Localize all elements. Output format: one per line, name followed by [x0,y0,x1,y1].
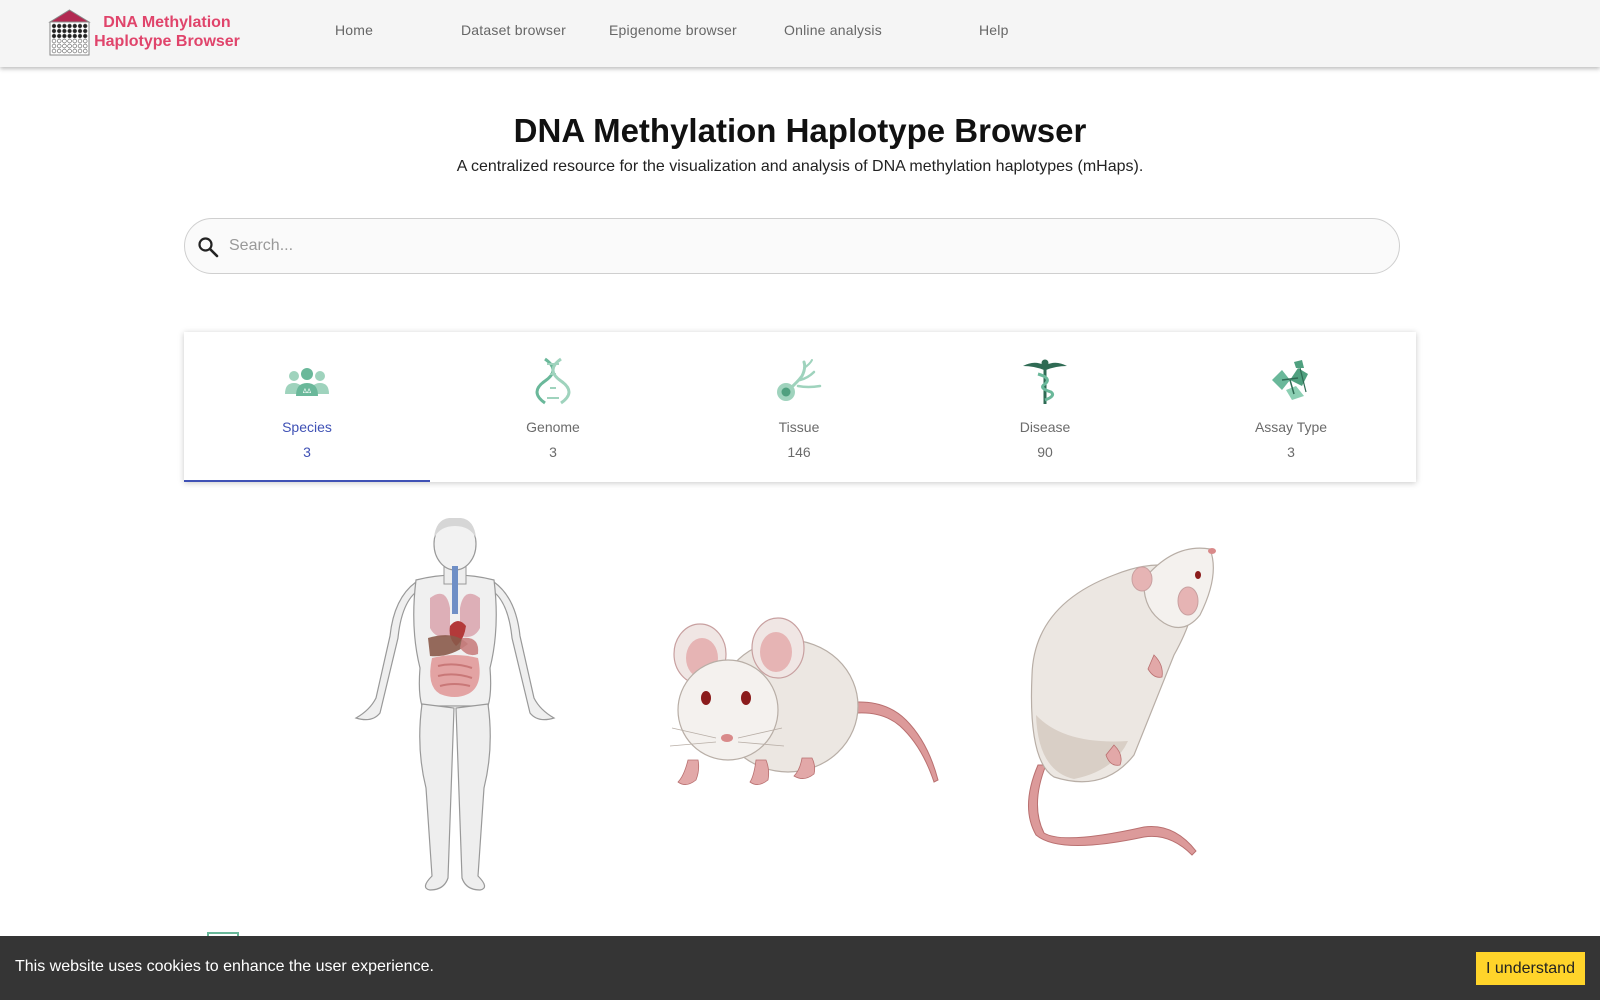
brand-title: DNA Methylation Haplotype Browser [93,13,241,51]
human-species-illustration[interactable] [350,518,560,900]
search-icon[interactable] [196,235,220,259]
rat-species-illustration[interactable] [1024,545,1224,865]
caduceus-icon [1023,359,1067,404]
tab-genome-count: 3 [549,444,557,460]
svg-text:ΔΔ: ΔΔ [303,388,312,395]
accept-cookies-button[interactable]: I understand [1476,952,1585,985]
tab-assay-type-label: Assay Type [1254,419,1328,435]
methylation-logo-icon [48,8,91,55]
cookie-message: This website uses cookies to enhance the… [15,958,434,975]
assay-molecule-icon [1272,360,1308,400]
active-tab-indicator [184,480,430,482]
page-title: DNA Methylation Haplotype Browser [513,112,1087,149]
page-subtitle: A centralized resource for the visualiza… [456,158,1144,175]
tab-species-label: Species [282,419,332,435]
tissue-cell-icon [777,359,822,401]
nav-dataset-browser[interactable]: Dataset browser [461,22,566,38]
nav-home[interactable]: Home [335,22,373,38]
tab-tissue-label: Tissue [778,419,820,435]
tab-disease-count: 90 [1037,444,1053,460]
tab-tissue-count: 146 [787,444,811,460]
tab-assay-type-count: 3 [1287,444,1295,460]
tab-tissue[interactable]: Tissue 146 [676,332,922,482]
cookie-banner: This website uses cookies to enhance the… [0,936,1600,1000]
brand-title-line1: DNA Methylation [103,14,231,31]
nav-epigenome-browser[interactable]: Epigenome browser [609,22,737,38]
tab-genome[interactable]: Genome 3 [430,332,676,482]
dna-helix-icon [535,357,571,405]
nav-help[interactable]: Help [979,22,1009,38]
mouse-species-illustration[interactable] [666,610,942,800]
tab-species-count: 3 [303,444,311,460]
tab-disease[interactable]: Disease 90 [922,332,1168,482]
tab-genome-label: Genome [526,419,580,435]
tab-disease-label: Disease [1019,419,1071,435]
category-stats-tabs: ΔΔ Species 3 Genome 3 Tissue 146 Disease… [184,332,1416,482]
brand-home-link[interactable]: DNA Methylation Haplotype Browser [48,7,241,57]
brand-title-line2: Haplotype Browser [94,33,240,50]
species-people-icon: ΔΔ [285,368,329,396]
search-input[interactable] [229,221,1379,271]
top-navigation-bar: DNA Methylation Haplotype Browser Home D… [0,0,1600,67]
tab-assay-type[interactable]: Assay Type 3 [1168,332,1414,482]
nav-online-analysis[interactable]: Online analysis [784,22,882,38]
tab-species[interactable]: ΔΔ Species 3 [184,332,430,482]
search-bar [184,218,1400,274]
